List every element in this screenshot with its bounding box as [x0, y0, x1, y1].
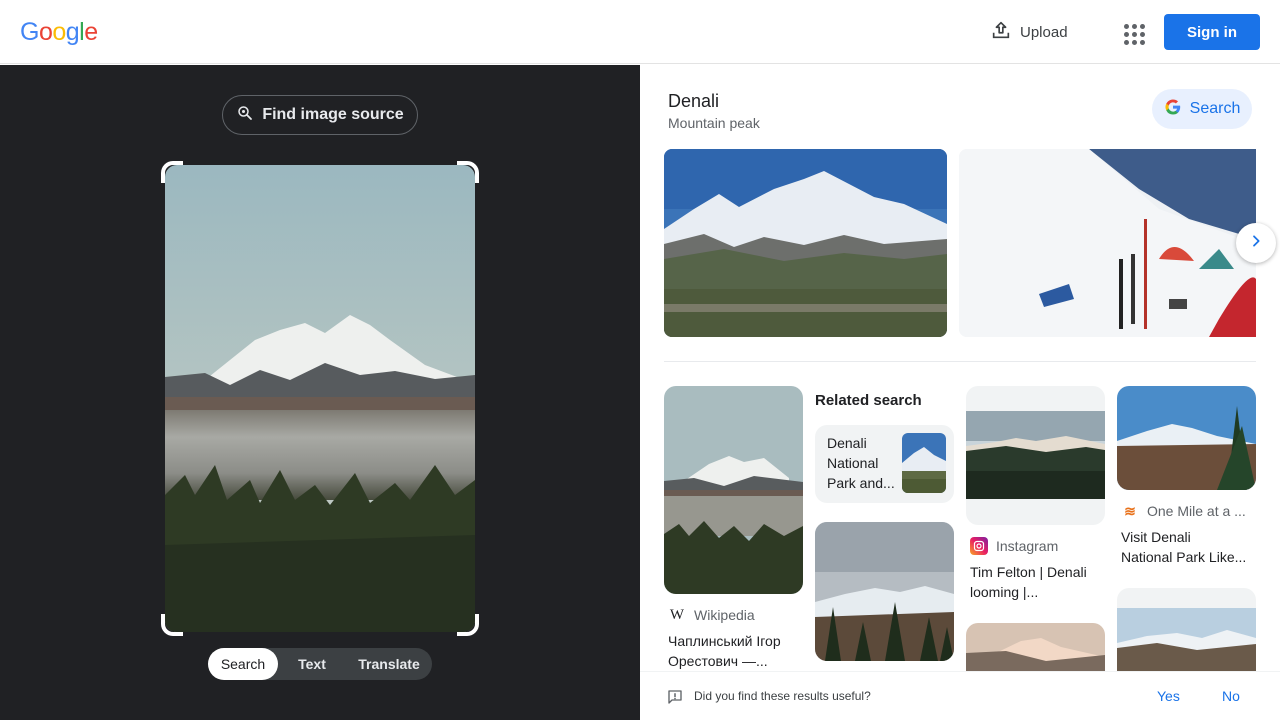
logo-letter: o: [38, 18, 53, 46]
sign-in-button[interactable]: Sign in: [1164, 14, 1260, 50]
tab-text[interactable]: Text: [278, 648, 346, 680]
crop-selection[interactable]: [161, 161, 479, 636]
feedback-yes-button[interactable]: Yes: [1157, 688, 1180, 704]
crop-handle-bottom-right[interactable]: [457, 614, 479, 636]
top-bar: Google Upload Sign in: [0, 0, 1280, 64]
result-thumb-onemile[interactable]: [1117, 386, 1256, 490]
result-title-wikipedia[interactable]: Чаплинський Ігор Орестович —...: [668, 631, 803, 671]
feedback-no-button[interactable]: No: [1222, 688, 1240, 704]
source-name: One Mile at a ...: [1147, 503, 1246, 519]
crop-handle-top-right[interactable]: [457, 161, 479, 183]
result-title-onemile[interactable]: Visit Denali National Park Like...: [1121, 527, 1256, 567]
entity-title[interactable]: Denali: [668, 91, 719, 112]
crop-handle-top-left[interactable]: [161, 161, 183, 183]
related-line: National: [827, 455, 879, 471]
result-thumb-6[interactable]: [1117, 588, 1256, 683]
next-images-button[interactable]: [1236, 223, 1276, 263]
related-search-heading: Related search: [815, 392, 922, 409]
find-image-source-button[interactable]: Find image source: [222, 95, 418, 135]
entity-image-2[interactable]: [959, 149, 1256, 337]
result-source-instagram: Instagram: [970, 537, 1058, 555]
source-name: Instagram: [996, 538, 1059, 554]
chevron-right-icon: [1248, 233, 1264, 254]
upload-icon: [990, 19, 1012, 45]
apps-grid-icon[interactable]: [1118, 18, 1146, 46]
title-line: Чаплинський Ігор: [668, 633, 781, 649]
result-thumb-wikipedia[interactable]: [664, 386, 803, 594]
google-logo[interactable]: Google: [20, 18, 98, 47]
result-thumb-2[interactable]: [815, 522, 954, 661]
title-line: Орестович —...: [668, 653, 768, 669]
result-thumb-instagram[interactable]: [966, 386, 1105, 525]
related-search-card[interactable]: Denali National Park and...: [815, 425, 954, 503]
results-panel: Denali Mountain peak Search W Wikipedia …: [640, 65, 1280, 720]
divider: [664, 361, 1256, 362]
one-mile-at-a-time-icon: ≋: [1124, 502, 1136, 519]
entity-subtitle: Mountain peak: [668, 115, 760, 131]
result-title-instagram[interactable]: Tim Felton | Denali looming |...: [970, 562, 1105, 602]
mode-tabs: Search Text Translate: [208, 648, 432, 680]
related-line: Park and...: [827, 475, 895, 491]
instagram-icon: [970, 537, 988, 555]
logo-letter: G: [20, 18, 39, 46]
logo-letter: o: [52, 18, 66, 46]
wikipedia-icon: W: [669, 606, 685, 623]
google-g-icon: [1164, 98, 1182, 121]
result-source-onemile: ≋ One Mile at a ...: [1121, 502, 1246, 520]
find-image-source-label: Find image source: [262, 106, 404, 123]
query-image-panel: Find image source Search Text Translate: [0, 65, 640, 720]
lens-search-icon: [236, 104, 254, 127]
title-line: National Park Like...: [1121, 549, 1247, 565]
related-line: Denali: [827, 435, 867, 451]
feedback-icon: [666, 688, 684, 706]
google-search-button[interactable]: Search: [1152, 89, 1252, 129]
source-name: Wikipedia: [694, 607, 755, 623]
feedback-bar: Did you find these results useful? Yes N…: [640, 671, 1280, 720]
upload-button[interactable]: Upload: [990, 18, 1068, 46]
related-search-text: Denali National Park and...: [827, 433, 907, 493]
google-search-label: Search: [1189, 100, 1241, 117]
result-source-wikipedia: W Wikipedia: [668, 606, 755, 624]
title-line: Tim Felton | Denali: [970, 564, 1087, 580]
title-line: Visit Denali: [1121, 529, 1191, 545]
tab-search[interactable]: Search: [208, 648, 278, 680]
query-image: [165, 165, 475, 632]
title-line: looming |...: [970, 584, 1039, 600]
logo-letter: e: [84, 18, 98, 46]
tab-translate[interactable]: Translate: [346, 648, 432, 680]
related-search-thumb: [902, 433, 946, 493]
logo-letter: g: [65, 18, 80, 46]
entity-image-1[interactable]: [664, 149, 947, 337]
feedback-question: Did you find these results useful?: [694, 689, 871, 703]
upload-label: Upload: [1020, 23, 1068, 41]
crop-handle-bottom-left[interactable]: [161, 614, 183, 636]
